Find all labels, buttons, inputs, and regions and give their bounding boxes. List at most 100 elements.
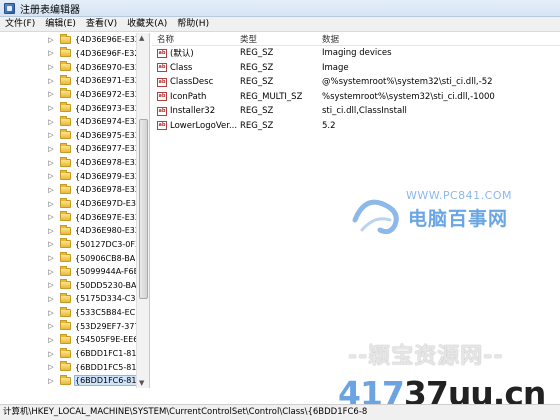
expand-arrow-icon[interactable]: ▷ — [47, 295, 55, 303]
scroll-up-icon[interactable]: ▲ — [139, 34, 144, 42]
value-row[interactable]: ab Installer32 REG_SZ sti_ci.dll,ClassInsta… — [152, 104, 560, 119]
expand-arrow-icon[interactable]: ▷ — [47, 363, 55, 371]
tree-item[interactable]: ▷ {4D36E980-E325 — [0, 224, 149, 238]
expand-arrow-icon[interactable]: ▷ — [47, 227, 55, 235]
tree-item[interactable]: ▷ {53D29EF7-377C — [0, 319, 149, 333]
tree-item[interactable]: ▷ {4D36E96F-E325 — [0, 47, 149, 61]
tree-item-label: {4D36E975-E325 — [75, 130, 146, 140]
expand-arrow-icon[interactable]: ▷ — [47, 104, 55, 112]
tree-item[interactable]: ▷ {50DD5230-BA8A — [0, 279, 149, 293]
tree-item-label: {50906CB8-BA12 — [75, 253, 146, 263]
folder-icon — [60, 347, 71, 358]
pc841-url: WWW.PC841.COM — [406, 189, 512, 202]
tree-item[interactable]: ▷ {4D36E978-E325 — [0, 183, 149, 197]
menu-item[interactable]: 查看(V) — [81, 17, 122, 32]
expand-arrow-icon[interactable]: ▷ — [47, 77, 55, 85]
value-data: 5.2 — [322, 120, 336, 131]
expand-arrow-icon[interactable]: ▷ — [47, 118, 55, 126]
tree-item-label: {4D36E970-E325 — [75, 62, 146, 72]
tree-item[interactable]: ▷ {4D36E96E-E325 — [0, 33, 149, 47]
menu-item[interactable]: 收藏夹(A) — [122, 17, 172, 32]
expand-arrow-icon[interactable]: ▷ — [47, 172, 55, 180]
column-header-type[interactable]: 类型 — [238, 33, 320, 45]
value-data: Imaging devices — [322, 48, 392, 59]
expand-arrow-icon[interactable]: ▷ — [47, 240, 55, 248]
tree-item[interactable]: ▷ {4D36E970-E325 — [0, 60, 149, 74]
tree-item-label: {4D36E974-E325 — [75, 117, 146, 127]
expand-arrow-icon[interactable]: ▷ — [47, 336, 55, 344]
tree-item-label: {5099944A-F6B9 — [75, 267, 145, 277]
pc841-logo-icon — [352, 199, 399, 235]
value-type: REG_SZ — [240, 120, 274, 131]
expand-arrow-icon[interactable]: ▷ — [47, 268, 55, 276]
tree-item[interactable]: ▷ {5099944A-F6B9 — [0, 265, 149, 279]
value-row[interactable]: ab ClassDesc REG_SZ @%systemroot%\system32\… — [152, 75, 560, 90]
expand-arrow-icon[interactable]: ▷ — [47, 186, 55, 194]
tree-item[interactable]: ▷ {50127DC3-0F36 — [0, 238, 149, 252]
value-data: sti_ci.dll,ClassInstall — [322, 106, 407, 117]
scroll-thumb[interactable] — [139, 119, 148, 299]
expand-arrow-icon[interactable]: ▷ — [47, 350, 55, 358]
tree-item[interactable]: ▷ {6BDD1FC1-810F — [0, 347, 149, 361]
expand-arrow-icon[interactable]: ▷ — [47, 159, 55, 167]
tree-item[interactable]: ▷ {5175D334-C371 — [0, 292, 149, 306]
expand-arrow-icon[interactable]: ▷ — [47, 322, 55, 330]
value-name-cell: ab Installer32 — [152, 106, 238, 116]
expand-arrow-icon[interactable]: ▷ — [47, 131, 55, 139]
expand-arrow-icon[interactable]: ▷ — [47, 63, 55, 71]
tree-item[interactable]: ▷ {6BDD1FC6-810F — [0, 374, 149, 388]
value-row[interactable]: ab IconPath REG_MULTI_SZ %systemroot%\syste… — [152, 90, 560, 105]
tree-item[interactable]: ▷ {4D36E978-E325 — [0, 156, 149, 170]
value-row[interactable]: ab LowerLogoVer... REG_SZ 5.2 — [152, 119, 560, 134]
tree-item[interactable]: ▷ {4D36E974-E325 — [0, 115, 149, 129]
status-bar: 计算机\HKEY_LOCAL_MACHINE\SYSTEM\CurrentCon… — [0, 404, 560, 420]
tree-item[interactable]: ▷ {4D36E97E-E325 — [0, 210, 149, 224]
expand-arrow-icon[interactable]: ▷ — [47, 254, 55, 262]
value-type: REG_SZ — [240, 62, 274, 73]
folder-icon — [60, 292, 71, 303]
tree-item[interactable]: ▷ {4D36E975-E325 — [0, 128, 149, 142]
expand-arrow-icon[interactable]: ▷ — [47, 213, 55, 221]
expand-arrow-icon[interactable]: ▷ — [47, 90, 55, 98]
expand-arrow-icon[interactable]: ▷ — [47, 309, 55, 317]
menu-item[interactable]: 文件(F) — [0, 17, 40, 32]
tree-item-label: {4D36E978-E325 — [75, 158, 146, 168]
folder-icon — [60, 156, 71, 167]
scroll-down-icon[interactable]: ▼ — [139, 379, 144, 387]
tree-item[interactable]: ▷ {4D36E972-E325 — [0, 88, 149, 102]
folder-icon — [60, 279, 71, 290]
string-value-icon: ab — [157, 106, 167, 116]
expand-arrow-icon[interactable]: ▷ — [47, 49, 55, 57]
tree-item-label: {54505F9E-EE66 — [75, 335, 144, 345]
column-header-name[interactable]: 名称 — [152, 33, 238, 45]
value-name-cell: ab IconPath — [152, 92, 238, 102]
tree-item[interactable]: ▷ {533C5B84-EC70 — [0, 306, 149, 320]
value-row[interactable]: ab Class REG_SZ Image — [152, 61, 560, 76]
tree-item-label: {4D36E96E-E325 — [75, 35, 146, 45]
menu-item[interactable]: 帮助(H) — [172, 17, 214, 32]
tree-item[interactable]: ▷ {4D36E973-E325 — [0, 101, 149, 115]
value-row[interactable]: ab (默认) REG_SZ Imaging devices — [152, 46, 560, 61]
menu-item[interactable]: 编辑(E) — [40, 17, 81, 32]
tree-item[interactable]: ▷ {4D36E977-E325 — [0, 142, 149, 156]
value-name-cell: ab (默认) — [152, 47, 238, 59]
expand-arrow-icon[interactable]: ▷ — [47, 281, 55, 289]
registry-tree[interactable]: ▷ {4D36E96E-E325 ▷ {4D36E96F-E325 ▷ {4D36E970… — [0, 33, 150, 388]
tree-item[interactable]: ▷ {4D36E979-E325 — [0, 169, 149, 183]
tree-item-label: {533C5B84-EC70 — [75, 308, 146, 318]
tree-item[interactable]: ▷ {54505F9E-EE66 — [0, 333, 149, 347]
expand-arrow-icon[interactable]: ▷ — [47, 377, 55, 385]
tree-item[interactable]: ▷ {50906CB8-BA12 — [0, 251, 149, 265]
column-header-data[interactable]: 数据 — [320, 33, 560, 45]
window-title: 注册表编辑器 — [20, 4, 80, 16]
folder-icon — [60, 361, 71, 372]
tree-item[interactable]: ▷ {4D36E971-E325 — [0, 74, 149, 88]
tree-item[interactable]: ▷ {6BDD1FC5-810F — [0, 360, 149, 374]
tree-scrollbar[interactable]: ▲ ▼ — [136, 33, 149, 388]
expand-arrow-icon[interactable]: ▷ — [47, 36, 55, 44]
regedit-app-icon — [4, 2, 15, 14]
expand-arrow-icon[interactable]: ▷ — [47, 145, 55, 153]
status-path: 计算机\HKEY_LOCAL_MACHINE\SYSTEM\CurrentCon… — [3, 407, 368, 417]
tree-item[interactable]: ▷ {4D36E97D-E325 — [0, 197, 149, 211]
expand-arrow-icon[interactable]: ▷ — [47, 200, 55, 208]
